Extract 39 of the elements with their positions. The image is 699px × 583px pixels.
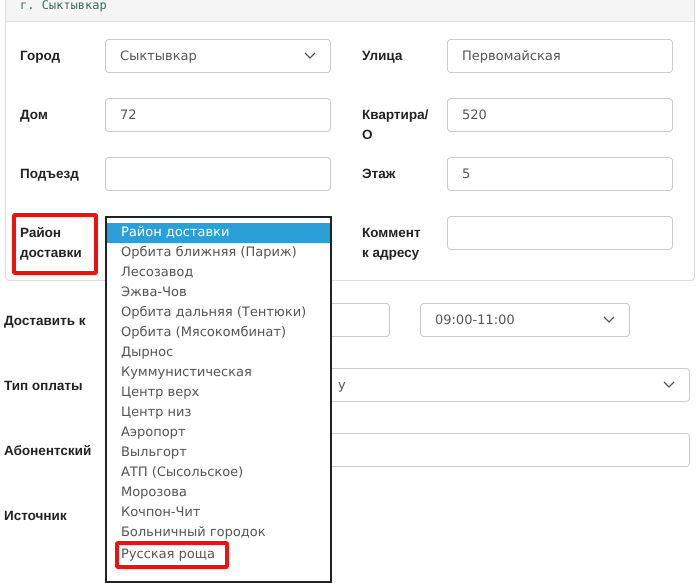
field-label: Подъезд [19, 165, 80, 183]
form-label: Источник [4, 508, 68, 522]
field-label: Этаж [361, 165, 396, 183]
dropdown-option[interactable]: Морозова [107, 483, 330, 503]
input-field[interactable] [447, 216, 673, 250]
dropdown-option[interactable]: Русская роща [115, 541, 230, 569]
field-label: Город [19, 47, 62, 65]
chevron-icon [663, 381, 675, 389]
city-select[interactable]: Сыктывкар [105, 39, 331, 73]
input-field[interactable]: 5 [447, 157, 673, 191]
field-label: Коммент к адресу [361, 224, 422, 262]
dropdown-option[interactable]: Кочпон-Чит [107, 503, 330, 523]
form-label: Тип оплаты [4, 378, 84, 392]
chevron-icon [304, 52, 316, 60]
dropdown-option[interactable]: АТП (Сысольское) [107, 463, 330, 483]
field-label: Улица [361, 47, 404, 65]
input-field[interactable] [105, 157, 331, 191]
dropdown-option[interactable]: Центр верх [107, 383, 330, 403]
dropdown-option[interactable]: Орбита (Мясокомбинат) [107, 323, 330, 343]
dropdown-option[interactable]: Эжва-Чов [107, 283, 330, 303]
input-field[interactable]: 520 [447, 98, 673, 132]
chevron-icon [603, 316, 615, 324]
field-label: Район доставки [12, 213, 98, 275]
dropdown-option[interactable]: Орбита дальняя (Тентюки) [107, 303, 330, 323]
dropdown-option[interactable]: Больничный городок [107, 523, 330, 543]
dropdown-option[interactable]: Выльгорт [107, 443, 330, 463]
dropdown-option[interactable]: Аэропорт [107, 423, 330, 443]
dropdown-option[interactable]: Лесозавод [107, 263, 330, 283]
dropdown-option[interactable]: Центр низ [107, 403, 330, 423]
field-label: Квартира/О [361, 106, 430, 144]
form-label: Доставить к [4, 312, 86, 328]
time-select[interactable]: 09:00-11:00 [420, 303, 630, 337]
dropdown-option[interactable]: Дырнос [107, 343, 330, 363]
form-label: Абонентский [4, 442, 92, 458]
input-field[interactable]: Первомайская [447, 39, 673, 73]
input-field[interactable]: 72 [105, 98, 331, 132]
panel-title: г. Сыктывкар [20, 0, 107, 12]
field-label: Дом [19, 106, 49, 124]
dropdown-option[interactable]: Орбита ближняя (Париж) [107, 243, 330, 263]
